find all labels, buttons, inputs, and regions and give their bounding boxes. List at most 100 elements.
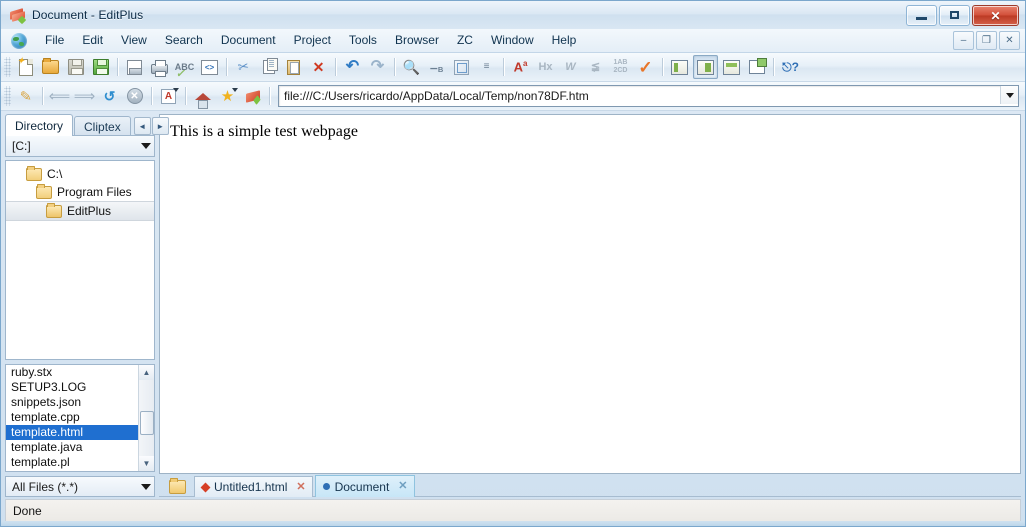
redo-button[interactable]: ↷ — [366, 56, 389, 78]
save-button[interactable] — [64, 56, 87, 78]
sort-button[interactable]: 1AB 2CD — [609, 56, 632, 78]
menu-item-edit[interactable]: Edit — [73, 30, 112, 51]
address-input-wrapper[interactable]: file:///C:/Users/ricardo/AppData/Local/T… — [278, 85, 1019, 107]
spell-check-button[interactable]: ABC ✓ — [173, 56, 196, 80]
list-item-selected[interactable]: template.html — [6, 425, 154, 440]
list-item[interactable]: template.cpp — [6, 410, 154, 425]
indent-button[interactable]: ≨ — [584, 56, 607, 78]
menu-item-help[interactable]: Help — [543, 30, 586, 51]
menu-item-browser[interactable]: Browser — [386, 30, 448, 51]
window-controls: ✕ — [906, 5, 1019, 26]
list-item[interactable]: SETUP3.LOG — [6, 380, 154, 395]
forward-button[interactable]: ⟹ — [73, 85, 96, 107]
browser-toolbar: ✎ ⟸ ⟹ ↺ ✕ A ★ file:///C:/Users/ricardo/A… — [1, 82, 1025, 111]
minimize-button[interactable] — [906, 5, 937, 26]
word-wrap-button[interactable]: W — [559, 56, 582, 78]
globe-icon[interactable] — [11, 32, 27, 49]
list-item[interactable]: template.java — [6, 440, 154, 455]
menu-item-file[interactable]: File — [36, 30, 73, 51]
tree-item-c-drive[interactable]: C:\ — [6, 165, 154, 183]
file-list-scrollbar[interactable]: ▲ ▼ — [138, 365, 154, 471]
address-input[interactable]: file:///C:/Users/ricardo/AppData/Local/T… — [279, 89, 589, 103]
save-all-button[interactable] — [89, 56, 112, 78]
menu-item-view[interactable]: View — [112, 30, 156, 51]
tree-item-label: Program Files — [57, 185, 132, 199]
menu-item-zc[interactable]: ZC — [448, 30, 482, 51]
back-button[interactable]: ⟸ — [48, 85, 71, 107]
file-list[interactable]: ruby.stx SETUP3.LOG snippets.json templa… — [5, 364, 155, 472]
home-button[interactable] — [191, 85, 214, 109]
copy-button[interactable] — [257, 56, 280, 78]
sidebar-tab-cliptex[interactable]: Cliptex — [74, 116, 131, 136]
drive-selector[interactable]: [C:] — [5, 135, 155, 157]
scroll-down-arrow-icon[interactable]: ▼ — [139, 456, 154, 471]
menu-item-tools[interactable]: Tools — [340, 30, 386, 51]
toolbar-separator — [269, 87, 270, 105]
find-in-files-button[interactable] — [450, 56, 473, 78]
editplus-home-button[interactable] — [241, 85, 264, 107]
find-button[interactable]: 🔍 — [400, 56, 423, 78]
tree-item-editplus[interactable]: EditPlus — [6, 201, 154, 221]
chevron-down-icon[interactable] — [141, 143, 151, 149]
mdi-restore-button[interactable]: ❐ — [976, 31, 997, 50]
refresh-button[interactable]: ↺ — [98, 85, 121, 107]
document-tab-document[interactable]: Document ✕ — [314, 475, 415, 497]
menu-item-search[interactable]: Search — [156, 30, 212, 51]
validate-button[interactable]: ✓ — [634, 56, 657, 78]
tree-item-program-files[interactable]: Program Files — [6, 183, 154, 201]
toolbar-grip[interactable] — [4, 57, 11, 77]
stop-button[interactable]: ✕ — [123, 85, 146, 107]
document-tabbar: Untitled1.html ✕ Document ✕ — [159, 474, 1021, 497]
change-case-button[interactable]: Aa — [509, 56, 532, 78]
browser-viewer[interactable]: This is a simple test webpage — [159, 114, 1021, 474]
scrollbar-thumb[interactable] — [140, 411, 154, 435]
replace-button[interactable]: ⚊B — [425, 56, 448, 78]
browser-toolbar-grip[interactable] — [4, 86, 11, 106]
cut-button[interactable]: ✂ — [232, 56, 255, 78]
print-button[interactable] — [148, 56, 171, 78]
menu-item-project[interactable]: Project — [285, 30, 340, 51]
mdi-minimize-button[interactable]: – — [953, 31, 974, 50]
toggle-document-selector-button[interactable] — [720, 56, 743, 78]
body-split: Directory Cliptex ◄ ► [C:] C:\ Program F… — [1, 111, 1025, 497]
font-size-button[interactable]: A — [157, 85, 180, 107]
undo-button[interactable]: ↶ — [341, 56, 364, 78]
toolbar-separator — [117, 58, 118, 76]
browser-preview-button[interactable] — [745, 56, 768, 78]
mdi-close-button[interactable]: ✕ — [999, 31, 1020, 50]
list-item[interactable]: snippets.json — [6, 395, 154, 410]
toggle-directory-panel-button[interactable] — [668, 56, 691, 78]
open-file-button[interactable] — [39, 56, 62, 78]
chevron-down-icon[interactable] — [141, 483, 151, 490]
view-source-button[interactable]: <> — [198, 56, 221, 78]
paste-button[interactable] — [282, 56, 305, 78]
list-item[interactable]: ruby.stx — [6, 365, 154, 380]
sidebar-tab-directory[interactable]: Directory — [5, 114, 74, 136]
list-item[interactable]: template.pl — [6, 455, 154, 470]
sidebar-tabstrip: Directory Cliptex ◄ ► — [5, 114, 169, 136]
document-tab-untitled1[interactable]: Untitled1.html ✕ — [194, 476, 313, 497]
hex-view-button[interactable]: Hx — [534, 56, 557, 78]
edit-source-button[interactable]: ✎ — [14, 85, 37, 107]
file-filter-selector[interactable]: All Files (*.*) — [5, 476, 155, 497]
context-help-button[interactable]: ⎋? — [779, 56, 802, 78]
print-preview-button[interactable] — [123, 56, 146, 78]
new-file-button[interactable]: ✦ — [14, 56, 37, 78]
menu-item-window[interactable]: Window — [482, 30, 543, 51]
scroll-up-arrow-icon[interactable]: ▲ — [139, 365, 154, 380]
toggle-output-panel-button[interactable] — [693, 55, 718, 79]
close-icon[interactable]: ✕ — [296, 481, 305, 493]
tab-scroll-left-button[interactable]: ◄ — [133, 117, 151, 135]
tab-scroll-right-button[interactable]: ► — [151, 117, 169, 135]
window-title: Document - EditPlus — [32, 8, 144, 22]
modified-marker-icon — [200, 482, 211, 492]
maximize-button[interactable] — [939, 5, 970, 26]
favorites-button[interactable]: ★ — [216, 85, 239, 107]
delete-button[interactable]: ✕ — [307, 56, 330, 78]
close-button[interactable]: ✕ — [972, 5, 1019, 26]
close-icon[interactable]: ✕ — [398, 481, 407, 492]
address-dropdown-button[interactable] — [1000, 86, 1018, 104]
menu-item-document[interactable]: Document — [212, 30, 285, 51]
goto-line-button[interactable]: ≡ — [475, 56, 498, 78]
directory-tree[interactable]: C:\ Program Files EditPlus — [5, 160, 155, 360]
